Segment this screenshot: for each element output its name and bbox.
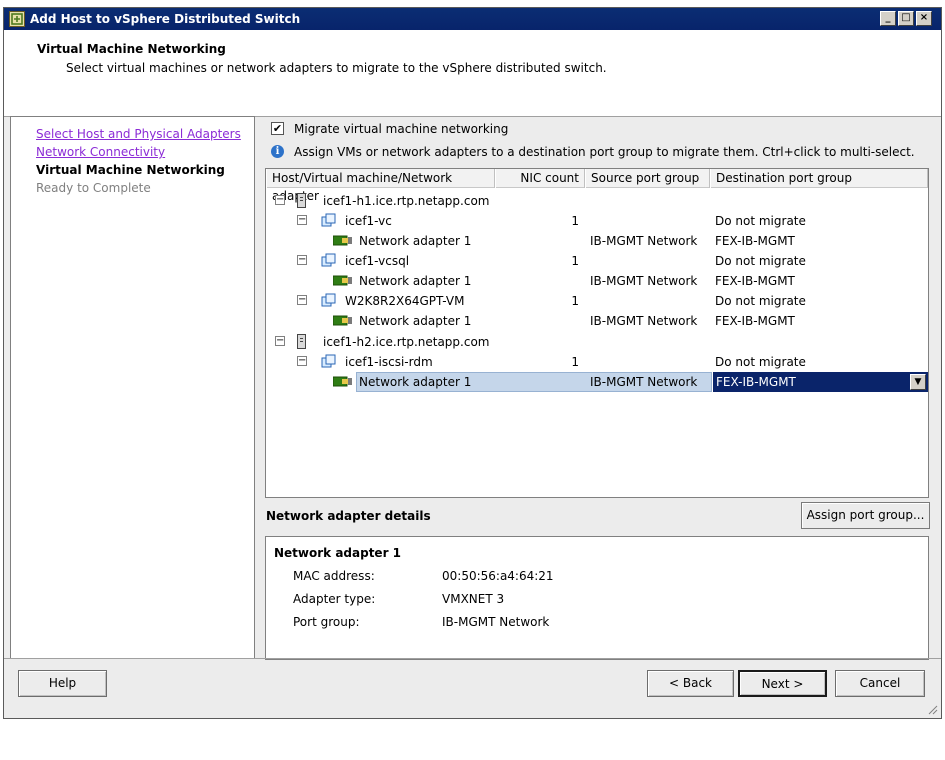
table-row[interactable]: − icef1-h2.ice.rtp.netapp.com — [266, 332, 928, 352]
step-vm-networking: Virtual Machine Networking — [36, 163, 225, 177]
table-row[interactable]: − icef1-h1.ice.rtp.netapp.com — [266, 191, 928, 211]
cancel-button[interactable]: Cancel — [835, 670, 925, 697]
row-name: Network adapter 1 — [359, 274, 472, 288]
table-row-selected[interactable]: Network adapter 1 IB-MGMT Network FEX-IB… — [266, 372, 928, 392]
row-destination: Do not migrate — [715, 254, 806, 268]
chevron-down-icon[interactable]: ▼ — [910, 374, 926, 390]
row-source: IB-MGMT Network — [590, 234, 698, 248]
mac-address-label: MAC address: — [293, 569, 375, 583]
row-destination: Do not migrate — [715, 294, 806, 308]
help-button[interactable]: Help — [18, 670, 107, 697]
page-title: Virtual Machine Networking — [37, 42, 226, 56]
table-row[interactable]: Network adapter 1 IB-MGMT Network FEX-IB… — [266, 311, 928, 331]
server-host-icon — [297, 334, 306, 349]
table-row[interactable]: − W2K8R2X64GPT-VM 1 Do not migrate — [266, 291, 928, 311]
mac-address-value: 00:50:56:a4:64:21 — [442, 569, 554, 583]
window-title: Add Host to vSphere Distributed Switch — [30, 12, 301, 26]
port-group-label: Port group: — [293, 615, 360, 629]
resize-grip-icon[interactable] — [926, 703, 938, 715]
info-icon: i — [271, 145, 284, 158]
destination-port-group-select[interactable]: FEX-IB-MGMT ▼ — [713, 372, 928, 392]
virtual-machine-icon — [321, 354, 336, 368]
row-destination: FEX-IB-MGMT — [715, 314, 795, 328]
row-nic-count: 1 — [571, 214, 579, 228]
wizard-steps: Select Host and Physical Adapters Networ… — [10, 116, 255, 659]
row-name: icef1-vc — [345, 214, 392, 228]
row-name: icef1-h2.ice.rtp.netapp.com — [323, 335, 490, 349]
row-name: Network adapter 1 — [359, 375, 472, 389]
vsphere-switch-icon — [9, 11, 25, 27]
details-title: Network adapter 1 — [274, 546, 402, 560]
select-value: FEX-IB-MGMT — [716, 375, 796, 389]
network-adapter-icon — [333, 315, 352, 326]
row-name: W2K8R2X64GPT-VM — [345, 294, 465, 308]
collapse-icon[interactable]: − — [297, 295, 307, 305]
step-ready-to-complete: Ready to Complete — [36, 181, 151, 195]
adapter-type-label: Adapter type: — [293, 592, 376, 606]
migrate-checkbox[interactable]: ✔ — [271, 122, 284, 135]
port-group-value: IB-MGMT Network — [442, 615, 550, 629]
row-nic-count: 1 — [571, 254, 579, 268]
row-source: IB-MGMT Network — [590, 274, 698, 288]
row-name: Network adapter 1 — [359, 314, 472, 328]
main-content: ✔ Migrate virtual machine networking i A… — [260, 116, 940, 660]
network-adapter-icon — [333, 376, 352, 387]
row-name: icef1-h1.ice.rtp.netapp.com — [323, 194, 490, 208]
close-button[interactable]: × — [916, 11, 932, 26]
migrate-checkbox-label[interactable]: Migrate virtual machine networking — [294, 122, 508, 136]
footer-divider — [4, 658, 941, 659]
maximize-button[interactable]: □ — [898, 11, 914, 26]
row-destination: FEX-IB-MGMT — [715, 274, 795, 288]
title-bar[interactable]: Add Host to vSphere Distributed Switch _… — [4, 8, 941, 30]
minimize-button[interactable]: _ — [880, 11, 896, 26]
page-subtitle: Select virtual machines or network adapt… — [66, 61, 607, 75]
details-heading: Network adapter details — [266, 509, 431, 523]
row-nic-count: 1 — [571, 294, 579, 308]
table-row[interactable]: − icef1-iscsi-rdm 1 Do not migrate — [266, 352, 928, 372]
collapse-icon[interactable]: − — [297, 255, 307, 265]
collapse-icon[interactable]: − — [297, 356, 307, 366]
row-source: IB-MGMT Network — [590, 375, 698, 389]
assign-port-group-button[interactable]: Assign port group... — [801, 502, 930, 529]
step-network-connectivity[interactable]: Network Connectivity — [36, 145, 165, 159]
row-destination: Do not migrate — [715, 355, 806, 369]
row-name: icef1-vcsql — [345, 254, 410, 268]
virtual-machine-icon — [321, 213, 336, 227]
adapter-type-value: VMXNET 3 — [442, 592, 505, 606]
col-name[interactable]: Host/Virtual machine/Network adapter — [266, 169, 495, 203]
virtual-machine-icon — [321, 293, 336, 307]
table-header: Host/Virtual machine/Network adapter NIC… — [266, 169, 928, 203]
wizard-window: Add Host to vSphere Distributed Switch _… — [3, 7, 942, 719]
col-nic-count[interactable]: NIC count — [495, 169, 585, 188]
row-name: Network adapter 1 — [359, 234, 472, 248]
row-source: IB-MGMT Network — [590, 314, 698, 328]
network-adapter-icon — [333, 235, 352, 246]
network-adapter-icon — [333, 275, 352, 286]
row-nic-count: 1 — [571, 355, 579, 369]
next-button[interactable]: Next > — [738, 670, 827, 697]
table-row[interactable]: Network adapter 1 IB-MGMT Network FEX-IB… — [266, 271, 928, 291]
adapter-details-panel: Network adapter 1 MAC address: 00:50:56:… — [265, 536, 929, 660]
migration-table[interactable]: Host/Virtual machine/Network adapter NIC… — [265, 168, 929, 498]
col-destination-port-group[interactable]: Destination port group — [710, 169, 928, 188]
server-host-icon — [297, 193, 306, 208]
virtual-machine-icon — [321, 253, 336, 267]
row-name: icef1-iscsi-rdm — [345, 355, 433, 369]
table-row[interactable]: − icef1-vcsql 1 Do not migrate — [266, 251, 928, 271]
row-destination: Do not migrate — [715, 214, 806, 228]
table-row[interactable]: − icef1-vc 1 Do not migrate — [266, 211, 928, 231]
row-destination: FEX-IB-MGMT — [715, 234, 795, 248]
collapse-icon[interactable]: − — [275, 336, 285, 346]
step-select-host[interactable]: Select Host and Physical Adapters — [36, 127, 241, 141]
collapse-icon[interactable]: − — [297, 215, 307, 225]
col-source-port-group[interactable]: Source port group — [585, 169, 710, 188]
collapse-icon[interactable]: − — [275, 195, 285, 205]
info-text: Assign VMs or network adapters to a dest… — [294, 145, 915, 159]
table-row[interactable]: Network adapter 1 IB-MGMT Network FEX-IB… — [266, 231, 928, 251]
wizard-header: Virtual Machine Networking Select virtua… — [4, 30, 941, 117]
back-button[interactable]: < Back — [647, 670, 734, 697]
